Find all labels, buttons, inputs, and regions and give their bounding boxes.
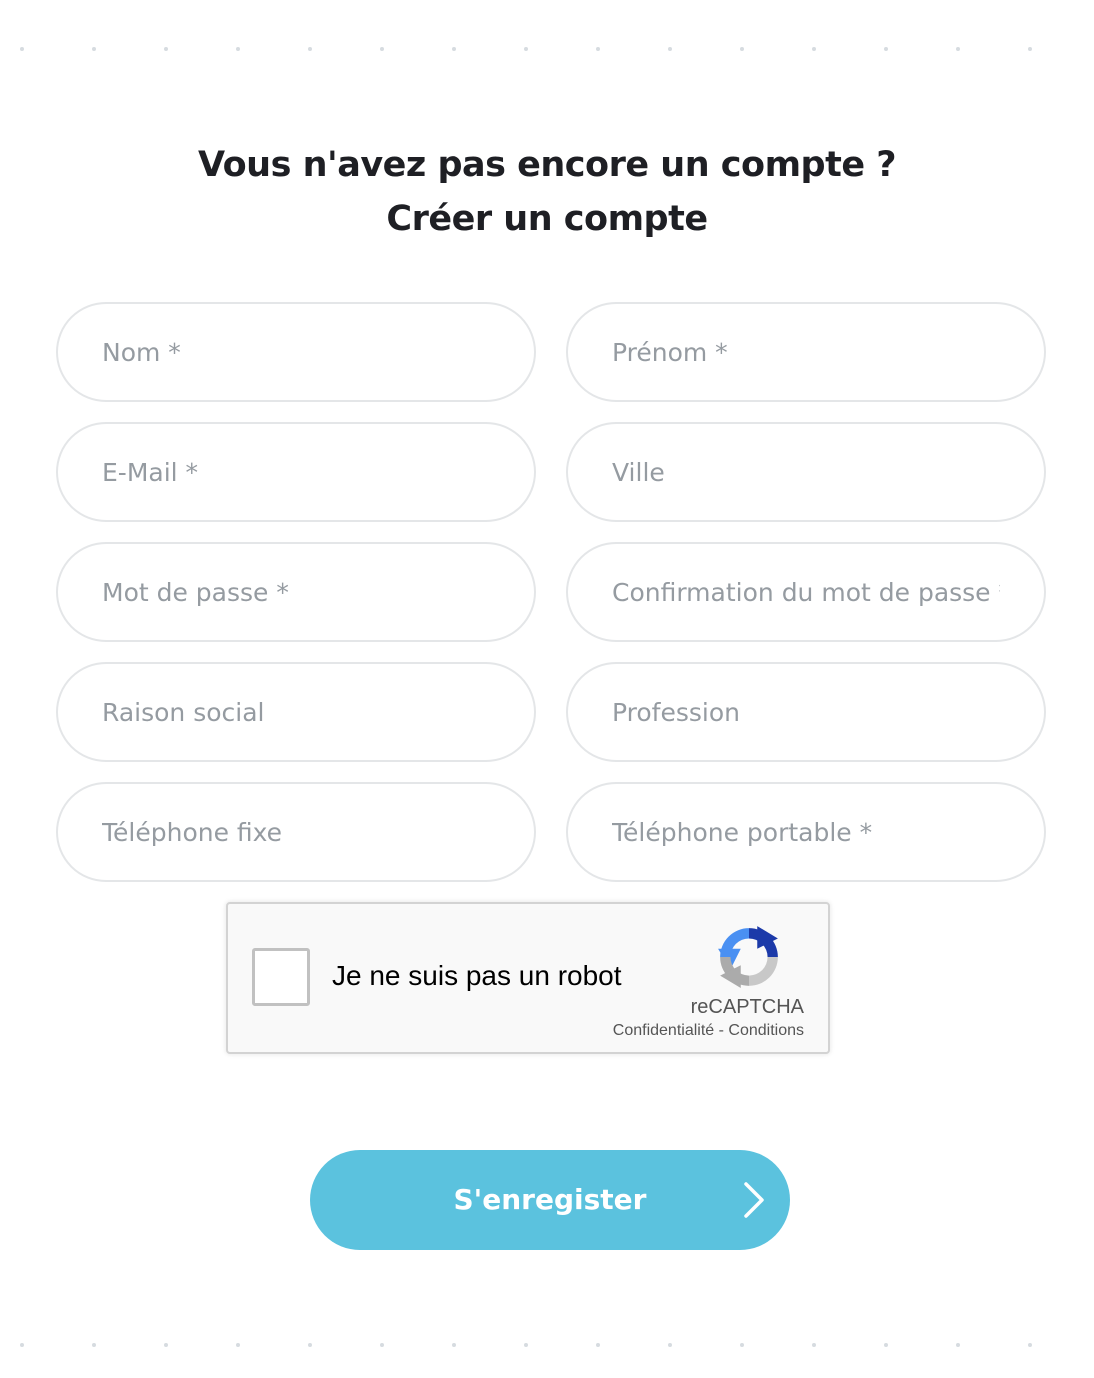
decorative-dot — [452, 47, 456, 51]
decorative-dot — [380, 1343, 384, 1347]
recaptcha-terms-link[interactable]: Conditions — [728, 1022, 804, 1039]
recaptcha-checkbox[interactable] — [252, 948, 310, 1006]
decorative-dot — [668, 47, 672, 51]
recaptcha-label: Je ne suis pas un robot — [332, 960, 622, 991]
registration-page: Vous n'avez pas encore un compte ? Créer… — [0, 0, 1094, 1378]
email-field[interactable] — [56, 422, 536, 522]
decorative-dot — [740, 47, 744, 51]
decorative-dot — [740, 1343, 744, 1347]
phone-fixed-field[interactable] — [56, 782, 536, 882]
phone-mobile-input[interactable] — [612, 817, 1000, 847]
recaptcha-brand: reCAPTCHA — [690, 996, 804, 1018]
decorative-dot — [956, 1343, 960, 1347]
decorative-dot — [164, 47, 168, 51]
decorative-dot — [596, 47, 600, 51]
decorative-dot — [92, 47, 96, 51]
nom-field[interactable] — [56, 302, 536, 402]
decorative-dot — [20, 47, 24, 51]
decorative-dot — [164, 1343, 168, 1347]
decorative-dot — [1028, 1343, 1032, 1347]
recaptcha-logo-icon — [718, 926, 778, 988]
nom-input[interactable] — [102, 337, 490, 367]
password-confirm-input[interactable] — [612, 577, 1000, 607]
recaptcha-links: Confidentialité - Conditions — [613, 1022, 804, 1040]
register-button[interactable]: S'enregister — [310, 1150, 790, 1250]
decorative-dot — [884, 47, 888, 51]
decorative-dot — [812, 1343, 816, 1347]
decorative-dot — [1028, 47, 1032, 51]
raison-social-field[interactable] — [56, 662, 536, 762]
profession-field[interactable] — [566, 662, 1046, 762]
password-field[interactable] — [56, 542, 536, 642]
email-input[interactable] — [102, 457, 490, 487]
decorative-dot — [308, 1343, 312, 1347]
chevron-right-icon — [744, 1182, 764, 1218]
decorative-dot — [452, 1343, 456, 1347]
heading-line-2: Créer un compte — [386, 199, 708, 239]
password-confirm-field[interactable] — [566, 542, 1046, 642]
heading-line-1: Vous n'avez pas encore un compte ? — [197, 145, 897, 185]
recaptcha-privacy-link[interactable]: Confidentialité — [613, 1022, 714, 1039]
decorative-dot — [92, 1343, 96, 1347]
decorative-dot — [956, 47, 960, 51]
decorative-dot — [884, 1343, 888, 1347]
page-heading: Vous n'avez pas encore un compte ? Créer… — [0, 138, 1094, 246]
decorative-dot — [236, 47, 240, 51]
profession-input[interactable] — [612, 697, 1000, 727]
decorative-dot — [596, 1343, 600, 1347]
register-button-label: S'enregister — [453, 1183, 647, 1216]
decorative-dots-top — [0, 47, 1094, 55]
ville-input[interactable] — [612, 457, 1000, 487]
decorative-dot — [20, 1343, 24, 1347]
decorative-dot — [236, 1343, 240, 1347]
decorative-dot — [380, 47, 384, 51]
phone-fixed-input[interactable] — [102, 817, 490, 847]
decorative-dot — [524, 1343, 528, 1347]
raison-social-input[interactable] — [102, 697, 490, 727]
phone-mobile-field[interactable] — [566, 782, 1046, 882]
decorative-dot — [668, 1343, 672, 1347]
ville-field[interactable] — [566, 422, 1046, 522]
decorative-dots-bottom — [0, 1343, 1094, 1351]
prenom-field[interactable] — [566, 302, 1046, 402]
recaptcha-widget: Je ne suis pas un robot reCAPTCHA Confid… — [226, 902, 830, 1054]
password-input[interactable] — [102, 577, 490, 607]
decorative-dot — [524, 47, 528, 51]
decorative-dot — [308, 47, 312, 51]
prenom-input[interactable] — [612, 337, 1000, 367]
recaptcha-links-separator: - — [714, 1022, 729, 1039]
decorative-dot — [812, 47, 816, 51]
